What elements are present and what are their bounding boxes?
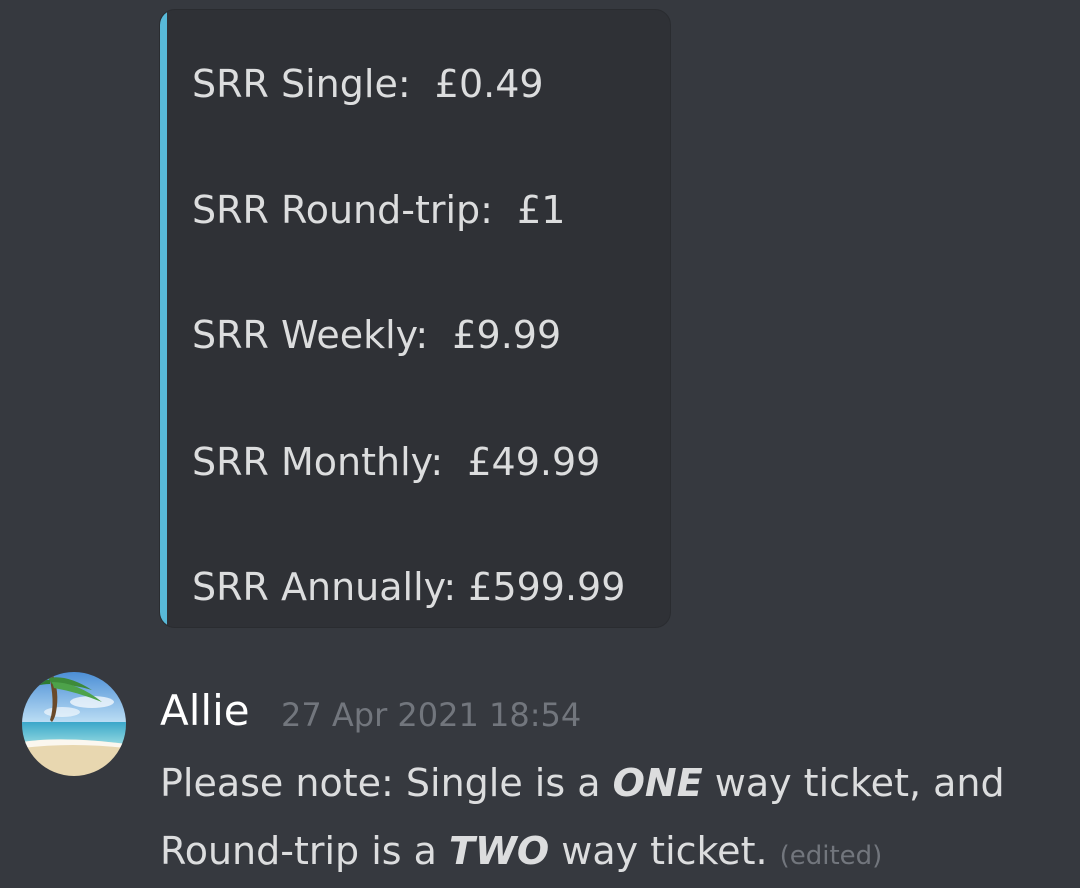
message-text: Round-trip is a — [160, 829, 450, 873]
avatar[interactable] — [22, 672, 126, 776]
embed-line-monthly: SRR Monthly: £49.99 — [192, 440, 601, 484]
message-line-1: Please note: Single is a ONE way ticket,… — [160, 760, 1005, 806]
message-line-2: Round-trip is a TWO way ticket. (edited) — [160, 828, 882, 879]
embed-accent-bar — [160, 10, 167, 627]
embed-line-single: SRR Single: £0.49 — [192, 62, 544, 106]
message-emphasis: TWO — [449, 829, 550, 873]
embed-line-round-trip: SRR Round-trip: £1 — [192, 188, 566, 232]
embed-line-annually: SRR Annually: £599.99 — [192, 565, 626, 609]
message-emphasis: ONE — [612, 761, 703, 805]
embed-line-weekly: SRR Weekly: £9.99 — [192, 313, 562, 357]
username[interactable]: Allie — [160, 686, 250, 736]
edited-label: (edited) — [779, 841, 883, 871]
beach-palm-icon — [22, 672, 126, 776]
rich-embed: SRR Single: £0.49 SRR Round-trip: £1 SRR… — [159, 9, 671, 628]
timestamp: 27 Apr 2021 18:54 — [281, 696, 582, 734]
message-text: way ticket. — [549, 829, 780, 873]
message-text: Please note: Single is a — [160, 761, 613, 805]
message-text: way ticket, and — [702, 761, 1005, 805]
